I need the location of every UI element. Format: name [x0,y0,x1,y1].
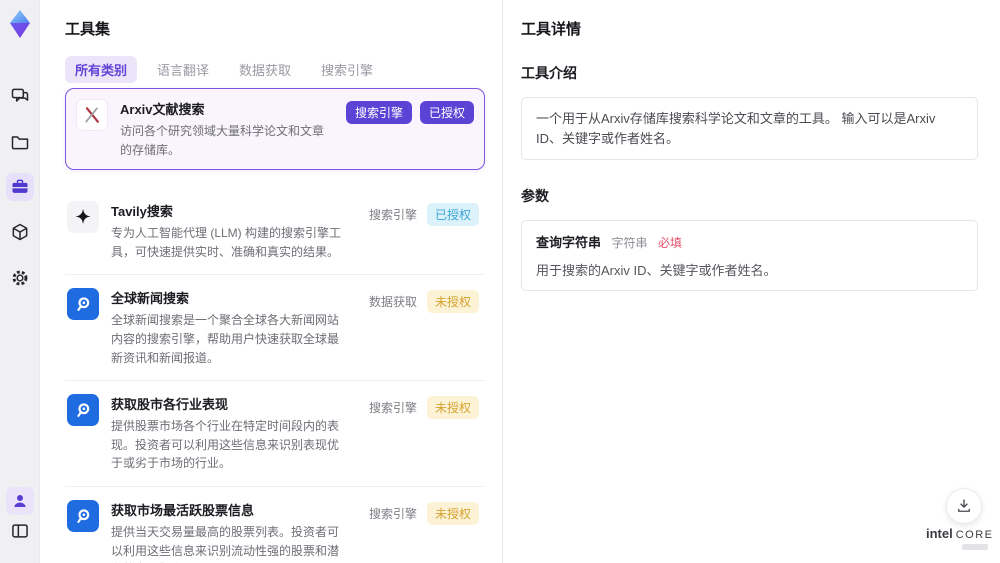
brand-subtext-decoration [962,544,988,550]
details-title: 工具详情 [521,21,582,38]
tool-card-tavily[interactable]: ✦ Tavily搜索 专为人工智能代理 (LLM) 构建的搜索引擎工具，可快速提… [65,188,485,274]
category-badge: 搜索引擎 [345,101,412,124]
param-description: 用于搜索的Arxiv ID、关键字或作者姓名。 [536,263,777,278]
category-label: 数据获取 [368,295,417,310]
category-label: 搜索引擎 [368,506,417,521]
page-title: 工具集 [65,21,111,38]
chat-icon [11,88,29,102]
tool-details-panel: 工具详情 工具介绍 一个用于从Arxiv存储库搜索科学论文和文章的工具。 输入可… [506,0,1000,563]
sidebar-item-tools[interactable] [6,173,34,201]
brand-core-text: core [955,529,994,541]
news-search-app-icon [67,288,99,321]
tool-name: Arxiv文献搜索 [120,102,205,117]
tool-card-global-news[interactable]: 全球新闻搜索 全球新闻搜索是一个聚合全球各大新闻网站内容的搜索引擎，帮助用户快速… [65,274,485,380]
intel-core-logo: intel core [926,526,992,550]
tool-list: Arxiv文献搜索 访问各个研究领域大量科学论文和文章的存储库。 搜索引擎 已授… [65,88,485,563]
auth-status-badge: 未授权 [426,501,479,525]
tool-name: 获取市场最活跃股票信息 [111,502,255,518]
tavily-star-icon: ✦ [67,201,99,234]
tab-all-categories[interactable]: 所有类别 [65,56,138,83]
arxiv-logo-icon [76,99,108,131]
download-icon [958,499,970,512]
category-label: 搜索引擎 [368,401,417,416]
sidebar-item-files[interactable] [6,128,34,156]
tool-card-sector-performance[interactable]: 获取股市各行业表现 提供股票市场各个行业在特定时间段内的表现。投资者可以利用这些… [65,380,485,486]
sidebar-item-settings[interactable] [6,264,34,292]
auth-status-badge: 已授权 [419,101,474,124]
auth-status-badge: 已授权 [426,203,479,227]
tool-name: Tavily搜索 [111,204,173,220]
auth-status-badge: 未授权 [426,396,479,420]
sidebar-item-chat[interactable] [6,82,34,110]
brand-intel-text: intel [926,526,953,541]
intro-box: 一个用于从Arxiv存储库搜索科学论文和文章的工具。 输入可以是Arxiv ID… [521,97,978,160]
param-name: 查询字符串 [536,235,602,250]
logo-diamond-icon [10,10,30,38]
download-button[interactable] [946,488,982,524]
toolbox-icon [12,179,28,193]
tool-description: 提供股票市场各个行业在特定时间段内的表现。投资者可以利用这些信息来识别表现优于或… [111,419,340,471]
stock-search-app-icon [67,499,99,532]
user-icon [14,495,26,507]
panel-divider [502,0,503,563]
intro-text: 一个用于从Arxiv存储库搜索科学论文和文章的工具。 输入可以是Arxiv ID… [536,111,936,146]
category-label: 搜索引擎 [368,208,417,223]
tab-search-engine[interactable]: 搜索引擎 [311,56,383,83]
app-window: 工具集 所有类别 语言翻译 数据获取 搜索引擎 Arxiv文献搜索 访问各个研究… [0,0,1000,563]
cube-icon [12,223,28,241]
category-tabs: 所有类别 语言翻译 数据获取 搜索引擎 [65,56,383,83]
tab-language-translation[interactable]: 语言翻译 [147,56,219,83]
param-type: 字符串 [611,236,648,250]
folder-icon [11,136,29,150]
param-box: 查询字符串 字符串 必填 用于搜索的Arxiv ID、关键字或作者姓名。 [521,220,978,291]
gear-icon [12,270,28,286]
sidebar-item-panel-toggle[interactable] [6,517,34,545]
tool-description: 访问各个研究领域大量科学论文和文章的存储库。 [120,124,325,157]
tab-data-fetch[interactable]: 数据获取 [229,56,301,83]
intro-heading: 工具介绍 [521,65,577,81]
tool-name: 获取股市各行业表现 [111,397,229,413]
layout-panel-icon [12,524,28,538]
sidebar-item-account[interactable] [6,487,34,515]
toolset-panel: 工具集 所有类别 语言翻译 数据获取 搜索引擎 Arxiv文献搜索 访问各个研究… [40,0,534,563]
auth-status-badge: 未授权 [426,290,479,314]
tool-card-arxiv[interactable]: Arxiv文献搜索 访问各个研究领域大量科学论文和文章的存储库。 搜索引擎 已授… [65,88,485,171]
tool-description: 全球新闻搜索是一个聚合全球各大新闻网站内容的搜索引擎，帮助用户快速获取全球最新资… [111,313,340,365]
param-required-label: 必填 [657,236,682,250]
stock-search-app-icon [67,394,99,427]
tool-name: 全球新闻搜索 [111,291,190,307]
sidebar-rail [0,0,40,563]
sidebar-item-models[interactable] [6,218,34,246]
tool-description: 提供当天交易量最高的股票列表。投资者可以利用这些信息来识别流动性强的股票和潜在的… [111,524,340,563]
tool-card-active-stocks[interactable]: 获取市场最活跃股票信息 提供当天交易量最高的股票列表。投资者可以利用这些信息来识… [65,485,485,563]
app-logo [6,10,34,38]
params-heading: 参数 [521,188,549,204]
tool-description: 专为人工智能代理 (LLM) 构建的搜索引擎工具，可快速提供实时、准确和真实的结… [111,226,342,259]
